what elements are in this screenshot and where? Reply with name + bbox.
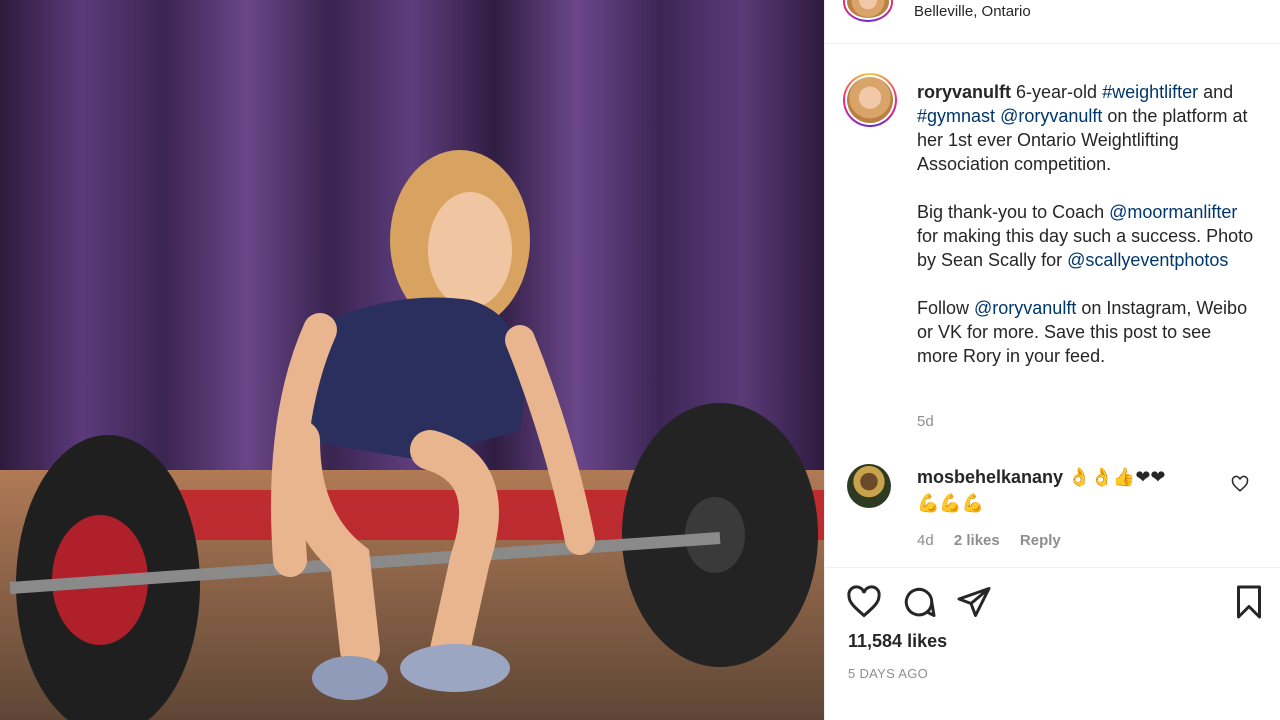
mention-roryvanulft[interactable]: @roryvanulft [1000,106,1102,126]
like-count[interactable]: 11,584 likes [848,631,947,652]
post-header: Belleville, Ontario [825,0,1280,44]
hashtag-gymnast[interactable]: #gymnast [917,106,995,126]
commenter-username[interactable]: mosbehelkanany [917,467,1063,487]
post-photo[interactable] [0,0,824,720]
author-username[interactable]: roryvanulft [917,82,1011,102]
comment-text: mosbehelkanany 👌👌👍❤❤ 💪💪💪 [917,464,1207,516]
caption-fragment: Follow [917,298,975,318]
caption-fragment: Big thank-you to Coach [917,202,1110,222]
post-location[interactable]: Belleville, Ontario [914,3,1031,20]
caption-timestamp[interactable]: 5d [917,413,934,430]
caption-fragment: 6-year-old [1011,82,1103,102]
comment-icon[interactable] [901,584,937,620]
caption-fragment: and [1198,82,1234,102]
mention-moormanlifter[interactable]: @moormanlifter [1109,202,1237,222]
mention-scallyeventphotos[interactable]: @scallyeventphotos [1067,250,1228,270]
mention-roryvanulft-2[interactable]: @roryvanulft [974,298,1076,318]
author-avatar-small[interactable] [843,0,893,22]
post-age[interactable]: 5 DAYS AGO [848,666,928,681]
comment-reply-button[interactable]: Reply [1020,532,1061,549]
bookmark-icon[interactable] [1231,584,1267,620]
comment-emoji-line1: 👌👌👍❤❤ [1068,467,1166,487]
comment-emoji-line2: 💪💪💪 [917,493,985,513]
post-detail-panel: Belleville, Ontario roryvanulft 6-year-o… [824,0,1280,720]
comment-likes[interactable]: 2 likes [954,532,1000,549]
small-heart-icon[interactable] [1231,475,1249,493]
commenter-avatar[interactable] [847,464,891,508]
post-actions: 11,584 likes 5 DAYS AGO [825,567,1280,720]
hashtag-weightlifter[interactable]: #weightlifter [1102,82,1198,102]
send-icon[interactable] [956,584,992,620]
caption-text: roryvanulft 6-year-old #weightlifter and… [917,80,1257,368]
author-avatar[interactable] [843,73,897,127]
post-photo-illustration [0,0,824,720]
comment-meta: 4d 2 likes Reply [917,532,1077,549]
heart-icon[interactable] [846,584,882,620]
comment-time[interactable]: 4d [917,532,934,549]
